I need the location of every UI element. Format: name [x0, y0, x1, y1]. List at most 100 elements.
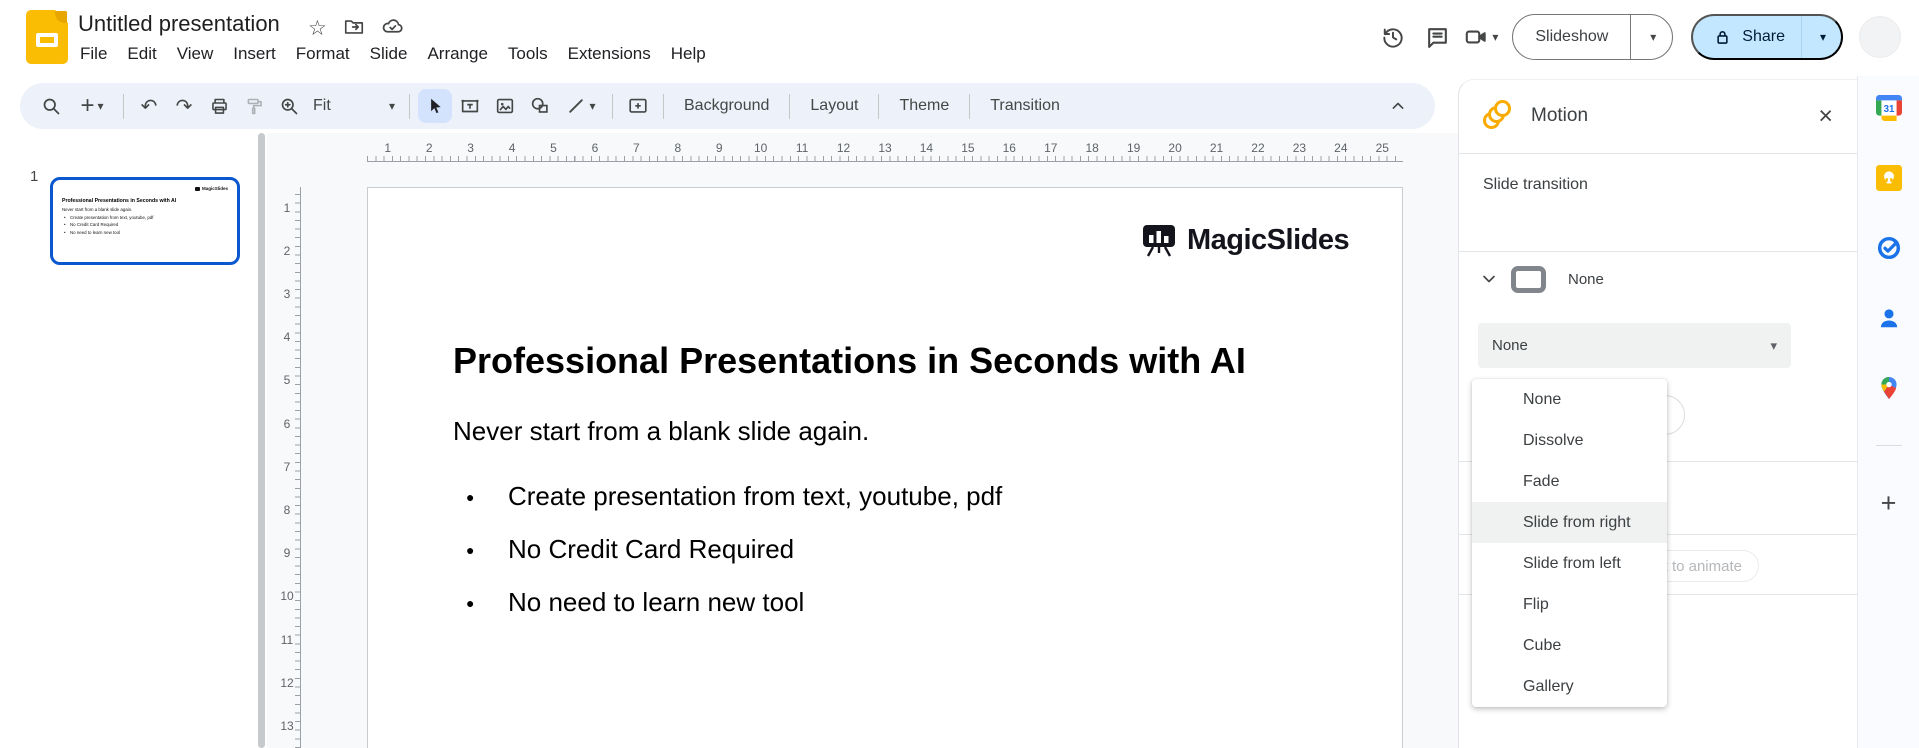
slide-bullet-list[interactable]: ● Create presentation from text, youtube…	[466, 470, 1002, 629]
new-slide-dropdown-arrow: ▾	[97, 99, 104, 113]
version-history-icon[interactable]	[1371, 15, 1415, 59]
menubar-item[interactable]: Help	[661, 41, 716, 67]
motion-icon	[1483, 100, 1519, 132]
transition-option[interactable]: Slide from left	[1472, 543, 1667, 584]
toolbar-separator	[612, 93, 613, 119]
insert-line-icon[interactable]: ▾	[558, 89, 604, 123]
search-menus-icon[interactable]	[34, 89, 68, 123]
insert-image-icon[interactable]	[488, 89, 522, 123]
meet-dropdown-arrow[interactable]: ▾	[1492, 30, 1498, 44]
insert-placeholder-icon[interactable]	[621, 89, 655, 123]
slideshow-label: Slideshow	[1535, 28, 1609, 45]
menubar-item[interactable]: Tools	[498, 41, 558, 67]
select-tool-icon[interactable]	[418, 89, 452, 123]
slides-app-logo[interactable]	[26, 10, 68, 64]
maps-icon[interactable]	[1876, 375, 1902, 401]
slide-canvas[interactable]: MagicSlides Professional Presentations i…	[367, 187, 1403, 748]
meet-button[interactable]: ▾	[1463, 24, 1498, 50]
menubar-item[interactable]: Slide	[360, 41, 418, 67]
calendar-icon[interactable]: 31	[1875, 95, 1902, 121]
slide-bullet[interactable]: ● Create presentation from text, youtube…	[466, 470, 1002, 523]
ruler-number: 23	[1292, 141, 1307, 155]
slide-bullet[interactable]: ● No need to learn new tool	[466, 576, 1002, 629]
slide-subtitle[interactable]: Never start from a blank slide again.	[453, 416, 869, 447]
slide-title[interactable]: Professional Presentations in Seconds wi…	[453, 340, 1246, 382]
ruler-number: 11	[280, 632, 294, 647]
magicslides-logo[interactable]: MagicSlides	[1141, 223, 1350, 257]
undo-icon[interactable]: ↶	[132, 89, 166, 123]
transition-option[interactable]: None	[1472, 379, 1667, 420]
menubar-item[interactable]: Insert	[223, 41, 286, 67]
contacts-icon[interactable]	[1876, 305, 1902, 331]
background-button[interactable]: Background	[672, 91, 781, 121]
ruler-number: 14	[919, 141, 934, 155]
motion-panel-title: Motion	[1531, 105, 1589, 126]
ruler-number: 3	[467, 141, 474, 155]
close-icon[interactable]: ×	[1818, 104, 1833, 129]
redo-icon[interactable]: ↷	[167, 89, 201, 123]
share-dropdown-arrow[interactable]: ▾	[1801, 16, 1841, 58]
share-main[interactable]: Share	[1693, 16, 1801, 58]
toolbar-separator	[409, 93, 410, 119]
transition-button[interactable]: Transition	[978, 91, 1072, 121]
account-avatar[interactable]	[1859, 16, 1901, 58]
ruler-number: 9	[283, 546, 291, 561]
new-slide-button[interactable]: + ▾	[69, 89, 115, 123]
paint-format-icon[interactable]	[237, 89, 271, 123]
menubar-item[interactable]: Format	[286, 41, 360, 67]
ruler-number: 1	[283, 200, 291, 215]
ruler-number: 3	[283, 287, 291, 301]
menubar-item[interactable]: File	[70, 41, 117, 67]
document-title[interactable]: Untitled presentation	[78, 11, 280, 37]
transition-expander-row[interactable]: None	[1459, 256, 1857, 302]
move-folder-icon[interactable]	[343, 16, 365, 43]
transition-option[interactable]: Gallery	[1472, 666, 1667, 707]
zoom-fit-select[interactable]: Fit ▾	[307, 89, 401, 123]
add-apps-icon[interactable]: +	[1881, 490, 1897, 517]
hide-menus-chevron-icon[interactable]	[1381, 89, 1415, 123]
text-box-icon[interactable]	[453, 89, 487, 123]
thumbnail-bullets: Create presentation from text, youtube, …	[62, 215, 228, 235]
transition-option[interactable]: Flip	[1472, 584, 1667, 625]
transition-option[interactable]: Cube	[1472, 625, 1667, 666]
share-label: Share	[1742, 28, 1785, 45]
ruler-number: 8	[674, 141, 682, 155]
star-icon[interactable]: ☆	[308, 18, 327, 40]
menubar-item[interactable]: Edit	[117, 41, 166, 67]
slide-thumbnail[interactable]: MagicSlides Professional Presentations i…	[50, 177, 240, 265]
ruler-number: 19	[1126, 141, 1141, 155]
transition-option[interactable]: Slide from right	[1472, 502, 1667, 543]
insert-shape-icon[interactable]	[523, 89, 557, 123]
menubar: File Edit View Insert Format Slide Arran…	[70, 41, 716, 67]
ruler-number: 4	[508, 141, 516, 155]
transition-option[interactable]: Fade	[1472, 461, 1667, 502]
share-button[interactable]: Share ▾	[1691, 14, 1843, 60]
print-icon[interactable]	[202, 89, 236, 123]
toolbar-separator	[789, 93, 791, 119]
zoom-icon[interactable]	[272, 89, 306, 123]
ruler-number: 2	[425, 141, 433, 155]
slide-transition-label: Slide transition	[1483, 176, 1588, 193]
slide-bullet[interactable]: ● No Credit Card Required	[466, 523, 1002, 576]
cloud-status-icon[interactable]	[381, 15, 404, 43]
transition-option[interactable]: Dissolve	[1472, 420, 1667, 461]
transition-type-select[interactable]: None ▾	[1478, 323, 1791, 368]
menubar-item[interactable]: Extensions	[558, 41, 661, 67]
slideshow-button[interactable]: Slideshow ▾	[1512, 14, 1674, 60]
google-slides-app: Untitled presentation ☆ File Edit View I…	[0, 0, 1919, 748]
keep-icon[interactable]	[1875, 165, 1902, 191]
filmstrip-scrollbar[interactable]	[258, 133, 265, 748]
layout-button[interactable]: Layout	[798, 91, 870, 121]
slideshow-options-arrow[interactable]: ▾	[1630, 15, 1672, 59]
menubar-item[interactable]: Arrange	[417, 41, 497, 67]
comments-icon[interactable]	[1415, 15, 1459, 59]
strip-divider	[1875, 445, 1902, 446]
tasks-icon[interactable]	[1876, 235, 1902, 261]
motion-panel-header: Motion ×	[1459, 80, 1857, 152]
thumbnail-logo: MagicSlides	[62, 186, 228, 191]
chevron-down-icon	[1483, 275, 1495, 283]
ruler-number: 13	[280, 719, 294, 733]
ruler-number: 5	[550, 141, 557, 155]
theme-button[interactable]: Theme	[887, 91, 961, 121]
menubar-item[interactable]: View	[167, 41, 224, 67]
